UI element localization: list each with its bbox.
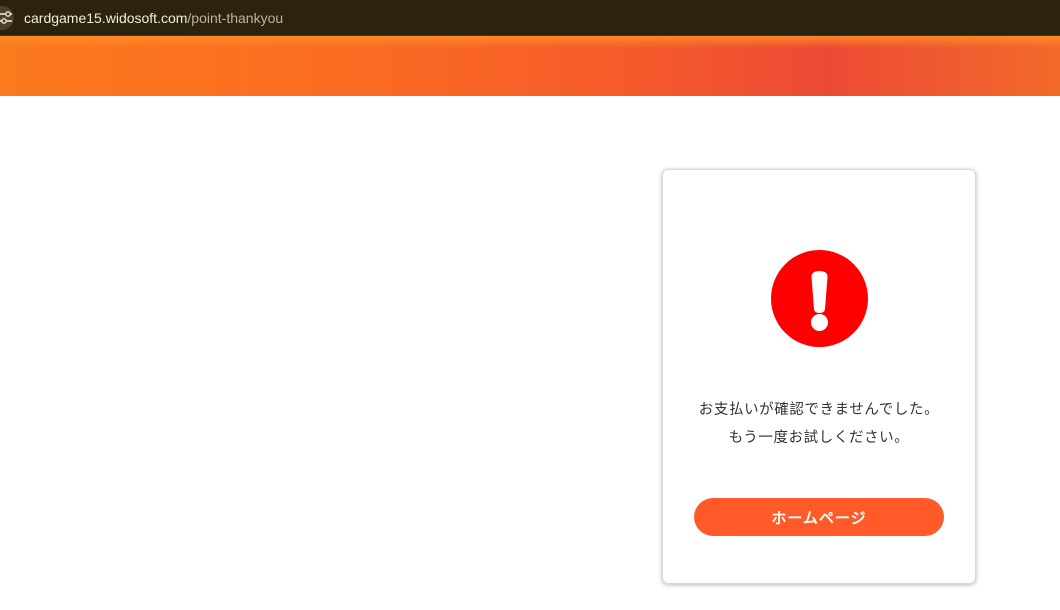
site-info-icon[interactable] [0, 6, 14, 30]
header-banner [0, 36, 1060, 96]
error-message-line-2: もう一度お試しください。 [728, 430, 910, 446]
browser-address-bar: cardgame15.widosoft.com/point-thankyou [0, 0, 1060, 36]
url-field[interactable]: cardgame15.widosoft.com/point-thankyou [24, 9, 283, 27]
error-message-line-1: お支払いが確認できませんでした。 [698, 402, 940, 418]
tune-icon [0, 11, 12, 24]
home-page-button[interactable]: ホームページ [694, 498, 944, 536]
payment-error-card: お支払いが確認できませんでした。 もう一度お試しください。 ホームページ [662, 169, 976, 584]
exclamation-circle-icon [771, 250, 868, 347]
error-message: お支払いが確認できませんでした。 もう一度お試しください。 [663, 396, 975, 452]
url-host: cardgame15.widosoft.com [24, 10, 188, 26]
url-path: /point-thankyou [187, 10, 284, 26]
